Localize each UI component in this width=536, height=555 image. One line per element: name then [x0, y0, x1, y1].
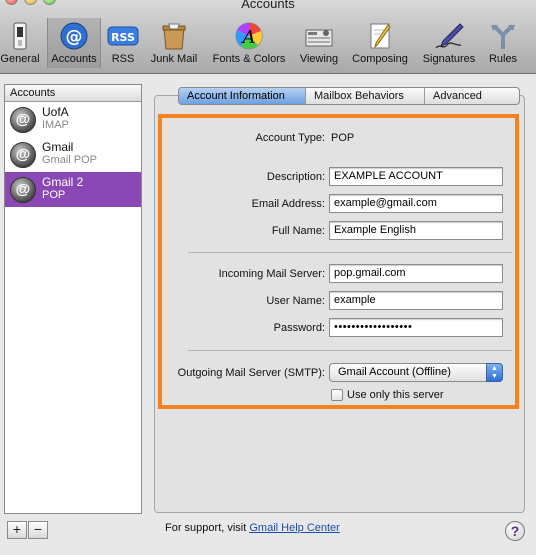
user-name-label: User Name:	[266, 295, 325, 307]
email-address-field[interactable]: example@gmail.com	[329, 194, 503, 213]
smtp-server-popup[interactable]: Gmail Account (Offline) ▲ ▼	[329, 363, 503, 382]
use-only-this-server-label: Use only this server	[347, 389, 444, 401]
toolbar-rules[interactable]: Rules	[485, 18, 521, 68]
toolbar-general[interactable]: General	[0, 18, 40, 68]
divider	[188, 350, 512, 351]
at-sign-icon: @	[58, 21, 90, 51]
fonts-colors-icon: A	[233, 21, 265, 51]
viewing-icon	[303, 21, 335, 51]
account-row-gmail[interactable]: @ Gmail Gmail POP	[5, 137, 141, 172]
composing-icon	[364, 21, 396, 51]
switch-icon	[4, 21, 36, 51]
toolbar-signatures[interactable]: Signatures	[418, 18, 480, 68]
toolbar-composing[interactable]: Composing	[348, 18, 412, 68]
rules-icon	[487, 21, 519, 51]
smtp-server-value: Gmail Account (Offline)	[338, 366, 451, 378]
toolbar-accounts[interactable]: @ Accounts	[47, 18, 101, 68]
full-name-label: Full Name:	[271, 225, 325, 237]
account-name: Gmail	[42, 140, 74, 154]
toolbar-viewing[interactable]: Viewing	[296, 18, 342, 68]
remove-account-button[interactable]: −	[28, 521, 48, 539]
tab-account-information[interactable]: Account Information	[179, 88, 306, 104]
svg-text:A: A	[241, 27, 256, 48]
smtp-label: Outgoing Mail Server (SMTP):	[177, 367, 325, 379]
at-sign-icon: @	[10, 142, 36, 168]
user-name-field[interactable]: example	[329, 291, 503, 310]
add-account-button[interactable]: +	[7, 521, 27, 539]
incoming-server-field[interactable]: pop.gmail.com	[329, 264, 503, 283]
description-field[interactable]: EXAMPLE ACCOUNT	[329, 167, 503, 186]
accounts-list-header: Accounts	[5, 85, 141, 102]
gmail-help-center-link[interactable]: Gmail Help Center	[249, 522, 339, 534]
divider	[188, 252, 512, 253]
account-type-value: POP	[331, 132, 355, 144]
signatures-icon	[433, 21, 465, 51]
account-type: Gmail POP	[42, 154, 98, 166]
account-type: IMAP	[42, 119, 69, 131]
account-type: POP	[42, 189, 66, 201]
at-sign-icon: @	[10, 107, 36, 133]
tab-advanced[interactable]: Advanced	[425, 88, 519, 104]
account-type-label: Account Type:	[255, 132, 325, 144]
accounts-list[interactable]: Accounts @ UofA IMAP @ Gmail Gmail POP @…	[4, 84, 142, 514]
support-text: For support, visit Gmail Help Center	[165, 522, 340, 534]
description-label: Description:	[266, 171, 325, 183]
help-button[interactable]: ?	[505, 521, 525, 541]
email-address-label: Email Address:	[251, 198, 325, 210]
account-name: Gmail 2	[42, 175, 84, 189]
tab-mailbox-behaviors[interactable]: Mailbox Behaviors	[306, 88, 425, 104]
rss-icon: RSS	[107, 21, 139, 51]
password-field[interactable]: ••••••••••••••••••	[329, 318, 503, 337]
toolbar-fonts-colors[interactable]: A Fonts & Colors	[207, 18, 291, 68]
use-only-this-server-checkbox[interactable]	[331, 389, 343, 401]
incoming-server-label: Incoming Mail Server:	[218, 268, 325, 280]
svg-text:@: @	[66, 27, 83, 47]
account-row-uofa[interactable]: @ UofA IMAP	[5, 102, 141, 137]
window-title: Accounts	[241, 0, 295, 11]
at-sign-icon: @	[10, 177, 36, 203]
toolbar-junk-mail[interactable]: Junk Mail	[147, 18, 201, 68]
settings-tabs: Account Information Mailbox Behaviors Ad…	[178, 87, 520, 105]
chevron-up-down-icon: ▲ ▼	[486, 363, 503, 382]
toolbar-rss[interactable]: RSS RSS	[104, 18, 142, 68]
full-name-field[interactable]: Example English	[329, 221, 503, 240]
password-label: Password:	[273, 322, 325, 334]
account-name: UofA	[42, 105, 69, 119]
window-toolbar: Accounts General @ Accounts RSS RSS Junk…	[0, 0, 536, 74]
svg-text:RSS: RSS	[111, 31, 135, 44]
account-row-gmail-2[interactable]: @ Gmail 2 POP	[5, 172, 141, 207]
junk-mail-icon	[158, 21, 190, 51]
